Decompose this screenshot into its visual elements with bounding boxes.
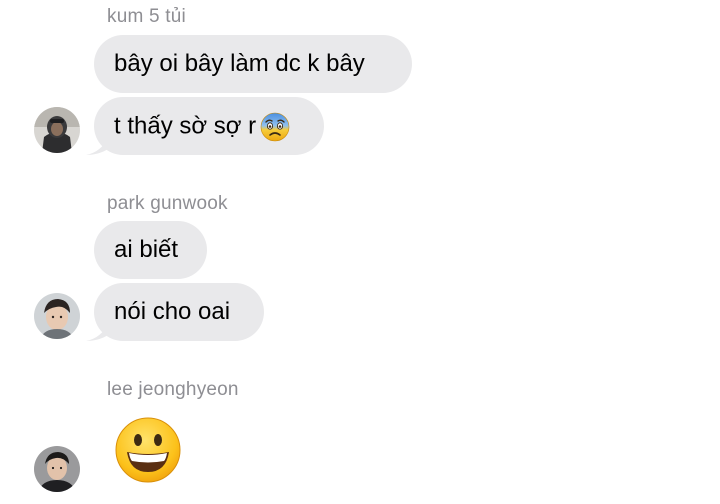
user-avatar[interactable]: [34, 293, 80, 339]
user-avatar[interactable]: [34, 107, 80, 153]
message-bubble[interactable]: bây oi bây làm dc k bây: [94, 35, 412, 93]
sender-name: kum 5 tủi: [107, 6, 186, 27]
message-text: bây oi bây làm dc k bây: [114, 50, 365, 77]
message-text: nói cho oai: [114, 298, 231, 325]
person-portrait-dark-avatar-icon: [34, 446, 80, 492]
grinning-face-emoji-icon[interactable]: [114, 416, 182, 484]
person-portrait-avatar-icon: [34, 293, 80, 339]
message-bubble[interactable]: ai biết: [94, 221, 207, 279]
message-bubble[interactable]: nói cho oai: [86, 283, 264, 341]
message-text: t thấy sờ sợ r: [114, 112, 257, 140]
hooded-person-avatar-icon: [34, 107, 80, 153]
sender-name: lee jeonghyeon: [107, 379, 239, 400]
bubble-tail: [86, 323, 108, 341]
bubble-tail: [86, 137, 108, 155]
user-avatar[interactable]: [34, 446, 80, 492]
fearful-face-emoji-icon: [260, 112, 290, 142]
message-text: ai biết: [114, 236, 179, 263]
sender-name: park gunwook: [107, 193, 228, 214]
message-bubble[interactable]: t thấy sờ sợ r: [86, 97, 324, 155]
